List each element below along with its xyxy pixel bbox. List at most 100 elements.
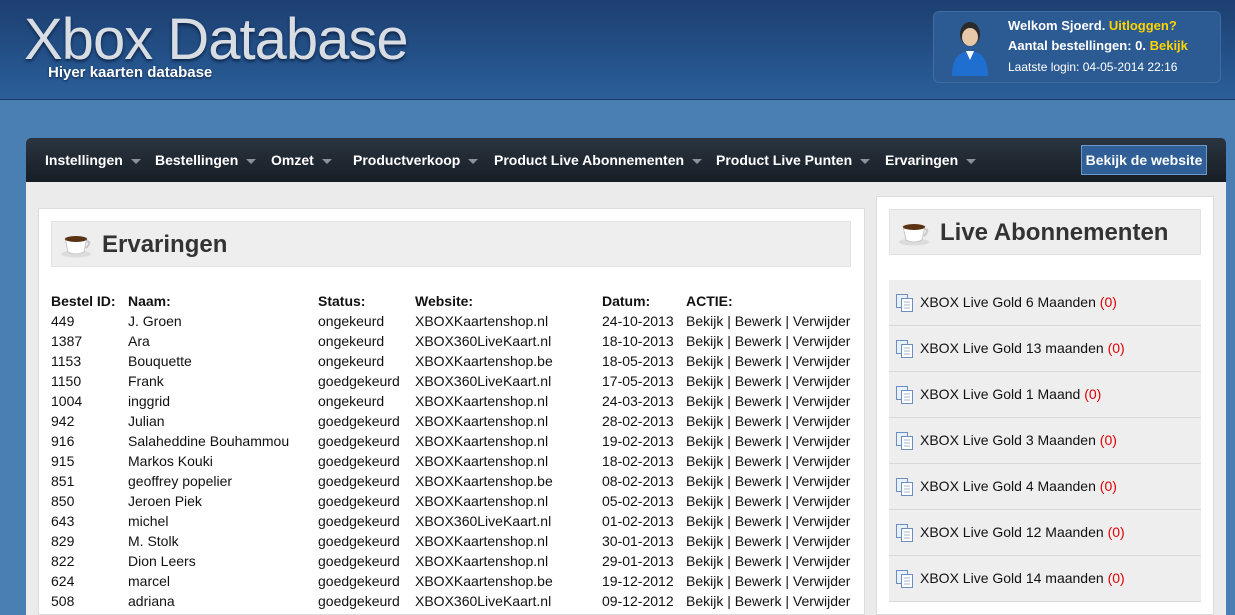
delete-link[interactable]: Verwijder [793,573,851,589]
edit-link[interactable]: Bewerk [735,433,782,449]
nav-item-product-live-abonnementen[interactable]: Product Live Abonnementen [494,138,703,182]
cell-website: XBOX360LiveKaart.nl [415,593,552,609]
subscription-count: (0) [1099,478,1117,494]
view-link[interactable]: Bekijk [686,433,723,449]
cell-actions: Bekijk | Bewerk | Verwijder [686,391,866,411]
subscription-label: XBOX Live Gold 4 Maanden (0) [920,478,1117,494]
edit-link[interactable]: Bewerk [735,393,782,409]
table-row: 1004 inggrid ongekeurd XBOXKaartenshop.nl 24… [51,391,866,411]
cell-date: 17-05-2013 [602,373,674,389]
subscription-item[interactable]: XBOX Live Gold 4 Maanden (0) [889,464,1201,510]
edit-link[interactable]: Bewerk [735,313,782,329]
view-link[interactable]: Bekijk [686,593,723,609]
nav-label: Instellingen [45,152,123,168]
view-link[interactable]: Bekijk [686,353,723,369]
edit-link[interactable]: Bewerk [735,573,782,589]
action-separator: | [781,473,793,489]
delete-link[interactable]: Verwijder [793,373,851,389]
nav-item-productverkoop[interactable]: Productverkoop [353,138,479,182]
cell-actions: Bekijk | Bewerk | Verwijder [686,351,866,371]
subscription-count: (0) [1107,524,1125,540]
cell-name: Salaheddine Bouhammou [128,433,290,449]
nav-item-instellingen[interactable]: Instellingen [45,138,141,182]
delete-link[interactable]: Verwijder [793,493,851,509]
view-link[interactable]: Bekijk [686,573,723,589]
cell-status: goedgekeurd [318,453,400,469]
view-link[interactable]: Bekijk [686,553,723,569]
action-separator: | [781,453,793,469]
table-row: 1153 Bouquette ongekeurd XBOXKaartenshop.be… [51,351,866,371]
subscription-item[interactable]: XBOX Live Gold 1 Maand (0) [889,372,1201,418]
view-link[interactable]: Bekijk [686,393,723,409]
view-link[interactable]: Bekijk [686,513,723,529]
action-separator: | [723,593,735,609]
subscription-item[interactable]: XBOX Live Gold 14 maanden (0) [889,556,1201,602]
cell-name: adriana [128,593,175,609]
delete-link[interactable]: Verwijder [793,533,851,549]
view-link[interactable]: Bekijk [686,313,723,329]
delete-link[interactable]: Verwijder [793,433,851,449]
edit-link[interactable]: Bewerk [735,373,782,389]
edit-link[interactable]: Bewerk [735,473,782,489]
nav-item-bestellingen[interactable]: Bestellingen [155,138,257,182]
delete-link[interactable]: Verwijder [793,333,851,349]
view-link[interactable]: Bekijk [686,493,723,509]
subscription-name: XBOX Live Gold 6 Maanden [920,294,1096,310]
chevron-down-icon [246,158,257,164]
cell-id: 624 [51,573,75,589]
delete-link[interactable]: Verwijder [793,473,851,489]
reviews-title-bar: Ervaringen [51,221,851,267]
subscription-item[interactable]: XBOX Live Gold 12 Maanden (0) [889,510,1201,556]
nav-item-product-live-punten[interactable]: Product Live Punten [716,138,871,182]
view-link[interactable]: Bekijk [686,453,723,469]
action-separator: | [781,493,793,509]
cell-id: 1150 [51,373,82,389]
column-header-action: ACTIE: [686,293,733,309]
view-link[interactable]: Bekijk [686,373,723,389]
action-separator: | [723,333,735,349]
site-logo-title[interactable]: Xbox Database [24,6,409,73]
action-separator: | [723,533,735,549]
welcome-dot: . [1101,18,1109,33]
cell-status: ongekeurd [318,333,385,349]
cell-id: 449 [51,313,75,329]
edit-link[interactable]: Bewerk [735,493,782,509]
table-row: 1150 Frank goedgekeurd XBOX360LiveKaart.nl 1… [51,371,866,391]
delete-link[interactable]: Verwijder [793,393,851,409]
logout-link[interactable]: Uitloggen? [1109,18,1177,33]
view-link[interactable]: Bekijk [686,533,723,549]
delete-link[interactable]: Verwijder [793,593,851,609]
cell-date: 18-05-2013 [602,353,674,369]
nav-item-omzet[interactable]: Omzet [271,138,332,182]
delete-link[interactable]: Verwijder [793,513,851,529]
edit-link[interactable]: Bewerk [735,593,782,609]
cell-website: XBOXKaartenshop.nl [415,433,549,449]
edit-link[interactable]: Bewerk [735,413,782,429]
view-link[interactable]: Bekijk [686,473,723,489]
subscriptions-title-bar: Live Abonnementen [889,209,1201,255]
delete-link[interactable]: Verwijder [793,353,851,369]
subscription-item[interactable]: XBOX Live Gold 3 Maanden (0) [889,418,1201,464]
edit-link[interactable]: Bewerk [735,513,782,529]
column-header-id: Bestel ID: [51,293,116,309]
edit-link[interactable]: Bewerk [735,333,782,349]
edit-link[interactable]: Bewerk [735,533,782,549]
view-link[interactable]: Bekijk [686,413,723,429]
subscription-item[interactable]: XBOX Live Gold 6 Maanden (0) [889,280,1201,326]
nav-item-ervaringen[interactable]: Ervaringen [885,138,977,182]
delete-link[interactable]: Verwijder [793,313,851,329]
subscription-item[interactable]: XBOX Live Gold 13 maanden (0) [889,326,1201,372]
edit-link[interactable]: Bewerk [735,553,782,569]
delete-link[interactable]: Verwijder [793,553,851,569]
delete-link[interactable]: Verwijder [793,413,851,429]
view-orders-link[interactable]: Bekijk [1150,38,1188,53]
action-separator: | [723,373,735,389]
cell-date: 28-02-2013 [602,413,674,429]
edit-link[interactable]: Bewerk [735,453,782,469]
view-website-button[interactable]: Bekijk de website [1081,145,1207,175]
delete-link[interactable]: Verwijder [793,453,851,469]
edit-link[interactable]: Bewerk [735,353,782,369]
subscriptions-list: XBOX Live Gold 6 Maanden (0) XBOX Live Go… [889,280,1201,602]
nav-label: Omzet [271,152,314,168]
view-link[interactable]: Bekijk [686,333,723,349]
